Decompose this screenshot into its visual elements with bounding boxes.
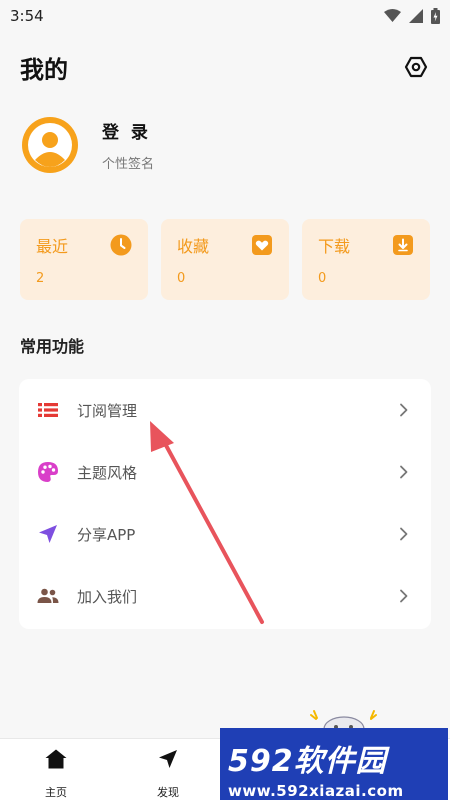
signal-icon — [409, 9, 423, 23]
signature-text: 个性签名 — [102, 157, 155, 172]
tab-home[interactable]: 主页 — [0, 739, 112, 800]
navigation-icon — [156, 747, 180, 770]
wifi-icon — [384, 9, 401, 22]
menu-item-join-us[interactable]: 加入我们 — [19, 565, 431, 627]
menu-item-label: 加入我们 — [77, 587, 138, 606]
send-icon — [37, 523, 59, 545]
chevron-right-icon — [397, 527, 411, 541]
stat-cards: 最近 2 收藏 0 下载 0 — [20, 219, 430, 300]
page-header: 我的 — [20, 48, 430, 86]
function-menu: 订阅管理 主题风格 分享APP 加入我们 — [19, 379, 431, 629]
card-downloads-count: 0 — [318, 271, 327, 286]
page-title: 我的 — [20, 55, 68, 84]
group-icon — [37, 585, 59, 607]
tab-label: 发现 — [157, 786, 179, 799]
home-icon — [44, 747, 68, 770]
card-downloads[interactable]: 下载 0 — [302, 219, 430, 300]
menu-item-subscription[interactable]: 订阅管理 — [19, 379, 431, 441]
tab-label: 主页 — [45, 786, 67, 799]
list-icon — [37, 399, 59, 421]
card-favorites-count: 0 — [177, 271, 186, 286]
menu-item-share[interactable]: 分享APP — [19, 503, 431, 565]
login-label[interactable]: 登 录 — [102, 118, 154, 143]
card-favorites[interactable]: 收藏 0 — [161, 219, 289, 300]
avatar[interactable] — [22, 117, 78, 173]
chevron-right-icon — [397, 465, 411, 479]
palette-icon — [37, 461, 59, 483]
settings-button[interactable] — [402, 53, 430, 81]
watermark-number: 592 — [228, 744, 294, 779]
watermark-url: www.592xiazai.com — [228, 782, 404, 800]
chevron-right-icon — [397, 403, 411, 417]
menu-item-theme[interactable]: 主题风格 — [19, 441, 431, 503]
system-icons — [384, 8, 440, 24]
menu-item-label: 分享APP — [77, 525, 136, 544]
status-time: 3:54 — [10, 7, 44, 25]
menu-item-label: 主题风格 — [77, 463, 138, 482]
watermark-brand: 592软件园 — [228, 736, 440, 780]
chevron-right-icon — [397, 589, 411, 603]
user-avatar-icon — [28, 123, 72, 167]
download-icon — [392, 234, 414, 256]
menu-item-label: 订阅管理 — [77, 401, 138, 420]
settings-hexagon-icon — [404, 56, 428, 78]
section-title: 常用功能 — [20, 337, 85, 356]
heart-icon — [251, 234, 273, 256]
site-watermark: 592软件园 www.592xiazai.com — [220, 728, 448, 800]
status-bar: 3:54 — [0, 0, 450, 32]
card-recent-count: 2 — [36, 271, 45, 286]
watermark-text: 软件园 — [293, 744, 387, 779]
tab-discover[interactable]: 发现 — [112, 739, 224, 800]
clock-icon — [110, 234, 132, 256]
battery-icon — [431, 8, 440, 24]
card-recent[interactable]: 最近 2 — [20, 219, 148, 300]
profile-section[interactable]: 登 录 个性签名 — [22, 117, 154, 173]
